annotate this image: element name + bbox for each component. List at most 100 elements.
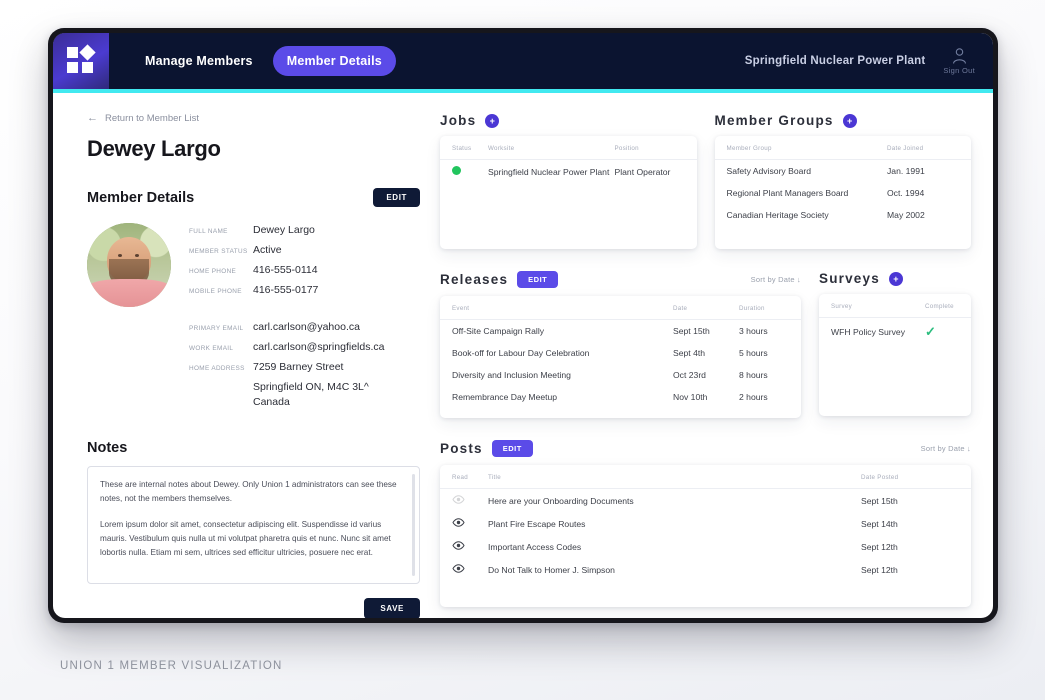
table-row[interactable]: Here are your Onboarding Documents Sept … bbox=[440, 489, 971, 513]
post-date-cell: Sept 12th bbox=[861, 535, 971, 558]
table-row[interactable]: Do Not Talk to Homer J. Simpson Sept 12t… bbox=[440, 558, 971, 581]
column-header-date: Date bbox=[673, 296, 739, 320]
notes-scrollbar[interactable] bbox=[412, 474, 415, 576]
field-label: MEMBER STATUS bbox=[189, 246, 253, 258]
field-row-work-email: WORK EMAIL carl.carlson@springfields.ca bbox=[189, 340, 384, 355]
table-row[interactable]: Important Access Codes Sept 12th bbox=[440, 535, 971, 558]
table-row[interactable]: Canadian Heritage Society May 2002 bbox=[715, 204, 972, 226]
post-date-cell: Sept 15th bbox=[861, 489, 971, 513]
field-value: 7259 Barney Street bbox=[253, 360, 343, 375]
field-value: 416-555-0114 bbox=[253, 263, 318, 278]
notes-textarea[interactable]: These are internal notes about Dewey. On… bbox=[87, 466, 420, 584]
group-name-cell: Canadian Heritage Society bbox=[715, 204, 888, 226]
group-date-cell: Jan. 1991 bbox=[887, 160, 971, 183]
table-row[interactable]: Springfield Nuclear Power Plant Plant Op… bbox=[440, 160, 697, 184]
field-label: HOME ADDRESS bbox=[189, 363, 253, 375]
sign-out-button[interactable]: Sign Out bbox=[943, 47, 975, 75]
column-header-member-group: Member Group bbox=[715, 136, 888, 160]
group-name-cell: Regional Plant Managers Board bbox=[715, 182, 888, 204]
jobs-table: Status Worksite Position S bbox=[440, 136, 697, 183]
address-line-2: Springfield ON, M4C 3L^ bbox=[253, 380, 384, 395]
field-row-home-address: HOME ADDRESS 7259 Barney Street bbox=[189, 360, 384, 375]
member-groups-card: Member Group Date Joined Safety Advisory… bbox=[715, 136, 972, 249]
nav-link-manage-members[interactable]: Manage Members bbox=[131, 46, 267, 76]
save-notes-button[interactable]: SAVE bbox=[364, 598, 420, 618]
notes-paragraph-1: These are internal notes about Dewey. On… bbox=[100, 478, 405, 506]
column-header-complete: Complete bbox=[925, 294, 971, 318]
releases-panel: Releases EDIT Sort by Date ↓ Event Date … bbox=[440, 271, 801, 418]
field-value: Active bbox=[253, 243, 282, 258]
field-value: 416-555-0177 bbox=[253, 283, 318, 298]
column-header-status: Status bbox=[440, 136, 488, 160]
member-details-header: Member Details EDIT bbox=[87, 188, 420, 207]
job-status-cell bbox=[440, 160, 488, 184]
nav-link-member-details[interactable]: Member Details bbox=[273, 46, 396, 76]
field-row-primary-email: PRIMARY EMAIL carl.carlson@yahoo.ca bbox=[189, 320, 384, 335]
column-header-read: Read bbox=[440, 465, 488, 489]
edit-member-details-button[interactable]: EDIT bbox=[373, 188, 420, 207]
release-date-cell: Oct 23rd bbox=[673, 364, 739, 386]
member-groups-header: Member Groups + bbox=[715, 113, 972, 128]
edit-releases-button[interactable]: EDIT bbox=[517, 271, 558, 288]
arrow-left-icon: ← bbox=[87, 113, 98, 124]
table-row[interactable]: Diversity and Inclusion Meeting Oct 23rd… bbox=[440, 364, 801, 386]
add-survey-button[interactable]: + bbox=[889, 272, 903, 286]
add-member-group-button[interactable]: + bbox=[843, 114, 857, 128]
column-header-event: Event bbox=[440, 296, 673, 320]
field-label: HOME PHONE bbox=[189, 266, 253, 278]
releases-header: Releases EDIT Sort by Date ↓ bbox=[440, 271, 801, 288]
row-posts: Posts EDIT Sort by Date ↓ Read Title Dat… bbox=[440, 440, 971, 607]
release-event-cell: Remembrance Day Meetup bbox=[440, 386, 673, 408]
table-header-row: Survey Complete bbox=[819, 294, 971, 318]
column-header-survey: Survey bbox=[819, 294, 925, 318]
table-row[interactable]: Book-off for Labour Day Celebration Sept… bbox=[440, 342, 801, 364]
return-to-member-list-link[interactable]: ← Return to Member List bbox=[87, 113, 420, 124]
releases-sort-by-date[interactable]: Sort by Date ↓ bbox=[751, 275, 801, 284]
table-row[interactable]: WFH Policy Survey ✓ bbox=[819, 318, 971, 347]
member-field-list: FULL NAME Dewey Largo MEMBER STATUS Acti… bbox=[189, 223, 384, 410]
posts-sort-by-date[interactable]: Sort by Date ↓ bbox=[921, 444, 971, 453]
member-profile: FULL NAME Dewey Largo MEMBER STATUS Acti… bbox=[87, 223, 420, 410]
field-spacer bbox=[189, 303, 384, 320]
app-logo[interactable] bbox=[53, 33, 109, 89]
posts-header: Posts EDIT Sort by Date ↓ bbox=[440, 440, 971, 457]
release-duration-cell: 2 hours bbox=[739, 386, 801, 408]
table-row[interactable]: Remembrance Day Meetup Nov 10th 2 hours bbox=[440, 386, 801, 408]
add-job-button[interactable]: + bbox=[485, 114, 499, 128]
table-row[interactable]: Safety Advisory Board Jan. 1991 bbox=[715, 160, 972, 183]
app-screen: Manage Members Member Details Springfiel… bbox=[53, 33, 993, 618]
posts-card: Read Title Date Posted bbox=[440, 465, 971, 607]
figure-caption: UNION 1 MEMBER VISUALIZATION bbox=[60, 660, 283, 672]
sign-out-label: Sign Out bbox=[943, 66, 975, 75]
posts-table: Read Title Date Posted bbox=[440, 465, 971, 581]
release-date-cell: Nov 10th bbox=[673, 386, 739, 408]
post-title-cell: Here are your Onboarding Documents bbox=[488, 489, 861, 513]
surveys-title: Surveys bbox=[819, 271, 880, 286]
jobs-card: Status Worksite Position S bbox=[440, 136, 697, 249]
release-event-cell: Diversity and Inclusion Meeting bbox=[440, 364, 673, 386]
table-row[interactable]: Off-Site Campaign Rally Sept 15th 3 hour… bbox=[440, 320, 801, 343]
field-row-full-name: FULL NAME Dewey Largo bbox=[189, 223, 384, 238]
screenshot-root: Manage Members Member Details Springfiel… bbox=[0, 0, 1045, 700]
row-jobs-groups: Jobs + Status Worksite Position bbox=[440, 113, 971, 249]
page-title: Dewey Largo bbox=[87, 136, 420, 162]
post-date-cell: Sept 14th bbox=[861, 512, 971, 535]
post-date-cell: Sept 12th bbox=[861, 558, 971, 581]
table-row[interactable]: Plant Fire Escape Routes Sept 14th bbox=[440, 512, 971, 535]
eye-icon bbox=[452, 518, 465, 529]
release-event-cell: Off-Site Campaign Rally bbox=[440, 320, 673, 343]
member-groups-title: Member Groups bbox=[715, 113, 834, 128]
jobs-header: Jobs + bbox=[440, 113, 697, 128]
edit-posts-button[interactable]: EDIT bbox=[492, 440, 533, 457]
right-column: Jobs + Status Worksite Position bbox=[440, 113, 971, 604]
post-title-cell: Plant Fire Escape Routes bbox=[488, 512, 861, 535]
surveys-panel: Surveys + Survey Complete bbox=[819, 271, 971, 418]
table-row[interactable]: Regional Plant Managers Board Oct. 1994 bbox=[715, 182, 972, 204]
group-name-cell: Safety Advisory Board bbox=[715, 160, 888, 183]
row-releases-surveys: Releases EDIT Sort by Date ↓ Event Date … bbox=[440, 271, 971, 418]
post-title-cell: Do Not Talk to Homer J. Simpson bbox=[488, 558, 861, 581]
top-navbar: Manage Members Member Details Springfiel… bbox=[53, 33, 993, 89]
field-row-home-phone: HOME PHONE 416-555-0114 bbox=[189, 263, 384, 278]
column-header-date-posted: Date Posted bbox=[861, 465, 971, 489]
eye-icon bbox=[452, 541, 465, 552]
